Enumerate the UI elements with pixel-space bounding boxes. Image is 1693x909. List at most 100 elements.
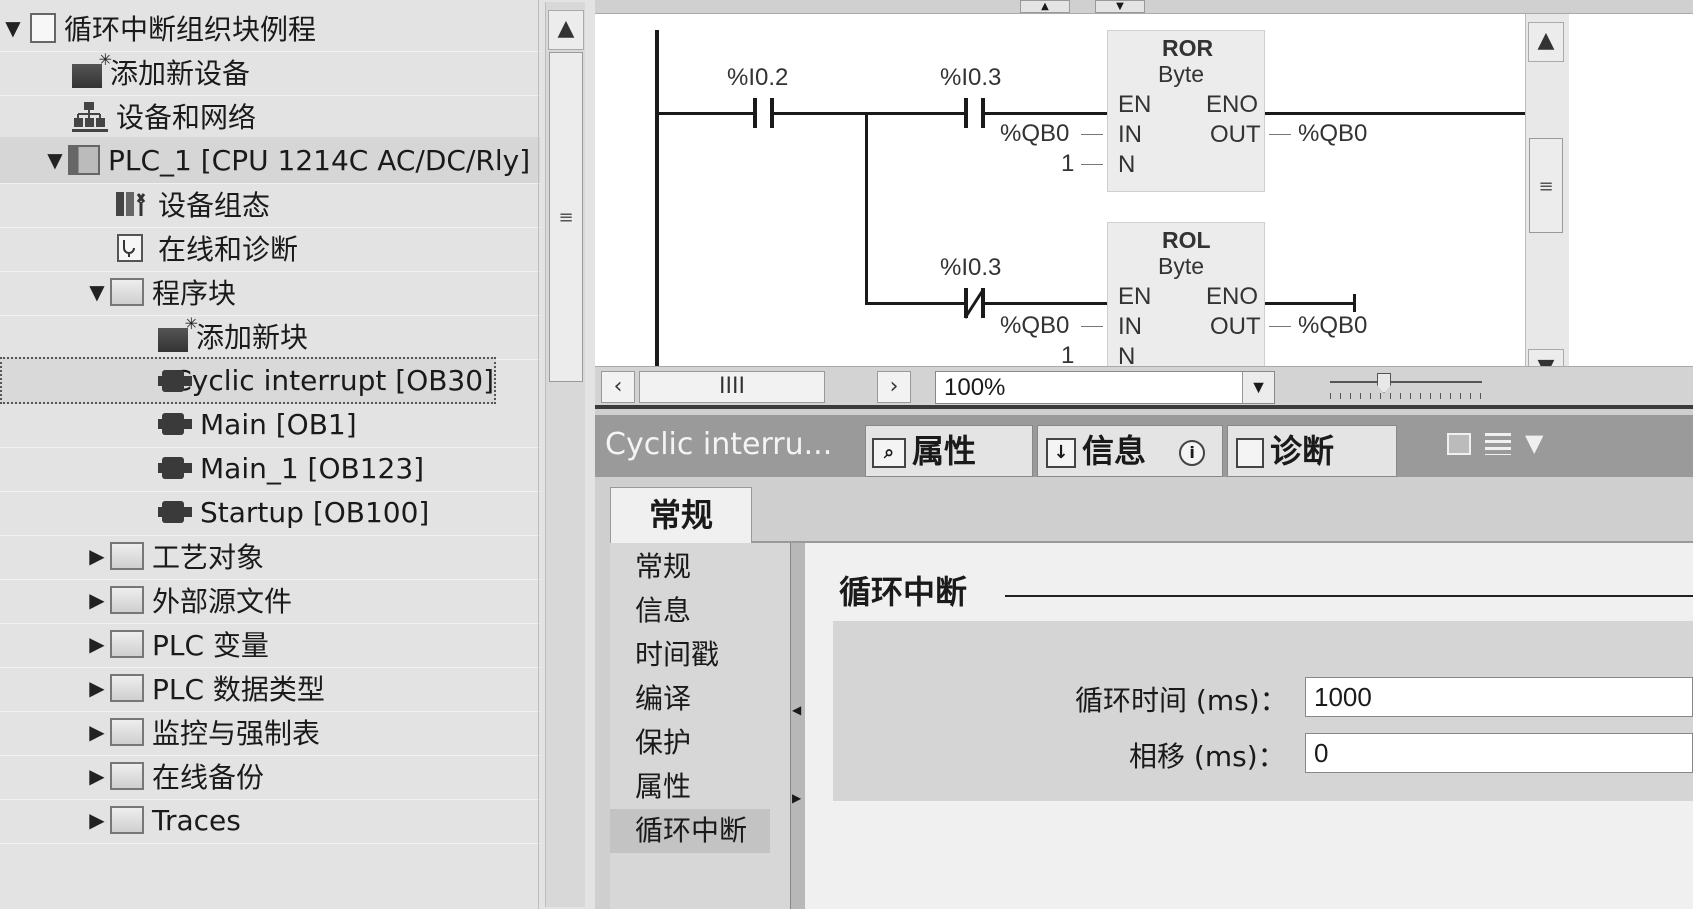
out-operand[interactable]: %QB0 [1298, 312, 1367, 340]
collapse-arrow-icon[interactable]: ▼ [42, 148, 68, 172]
hscroll-thumb[interactable]: IIII [639, 371, 825, 403]
wire [985, 302, 1107, 305]
pin-out: OUT [1210, 313, 1261, 340]
rol-block[interactable]: ROL Byte EN ENO IN OUT N [1107, 222, 1265, 382]
nav-item[interactable]: 属性 [610, 765, 790, 809]
nc-slash-icon [963, 289, 985, 319]
contact-no[interactable] [964, 98, 968, 128]
tree-item-block[interactable]: Main [OB1] [0, 401, 540, 448]
tree-item-folder[interactable]: ▶ 在线备份 [0, 753, 540, 800]
diagnostics-icon [114, 232, 150, 264]
tree-item-plc[interactable]: ▼ PLC_1 [CPU 1214C AC/DC/Rly] [0, 137, 540, 184]
power-rail [655, 30, 659, 366]
expand-arrow-icon[interactable]: ▶ [84, 676, 110, 700]
expand-arrow-icon[interactable]: ▶ [84, 808, 110, 832]
block-icon [158, 413, 192, 435]
expand-arrow-icon[interactable]: ▶ [84, 632, 110, 656]
tree-item-add-device[interactable]: 添加新设备 [0, 49, 540, 96]
wire [1269, 326, 1291, 327]
scroll-right-icon[interactable]: › [877, 371, 911, 403]
in-operand[interactable]: %QB0 [1000, 312, 1069, 340]
out-operand[interactable]: %QB0 [1298, 120, 1367, 148]
dropdown-arrow-icon[interactable]: ▼ [1242, 372, 1274, 403]
collapse-arrow-icon[interactable]: ▼ [0, 16, 26, 40]
layout-icon[interactable] [1485, 433, 1511, 455]
tree-item-folder[interactable]: ▶ PLC 变量 [0, 621, 540, 668]
contact-operand[interactable]: %I0.3 [940, 254, 1001, 282]
expand-arrow-icon[interactable]: ▶ [84, 720, 110, 744]
tree-item-project[interactable]: ▼ 循环中断组织块例程 [0, 5, 540, 52]
tab-properties[interactable]: ⌕ 属性 [865, 425, 1033, 477]
collapse-arrow-icon[interactable]: ▼ [84, 280, 110, 304]
nav-scrollbar[interactable]: ◀ ▶ [790, 543, 805, 909]
block-icon [158, 457, 192, 479]
collapse-panel-icon[interactable]: ▼ [1525, 429, 1543, 457]
nav-item[interactable]: 常规 [610, 545, 790, 589]
tree-item-program-blocks[interactable]: ▼ 程序块 [0, 269, 540, 316]
tree-item-block[interactable]: Cyclic interrupt [OB30] [0, 357, 496, 404]
tree-item-block[interactable]: Main_1 [OB123] [0, 445, 540, 492]
zoom-slider-track[interactable] [1330, 381, 1482, 383]
contact-operand[interactable]: %I0.2 [727, 64, 788, 92]
wire [985, 112, 1107, 115]
nav-item[interactable]: 信息 [610, 589, 790, 633]
scroll-up-icon[interactable]: ▲ [1528, 22, 1564, 62]
tree-scrollbar[interactable]: ▲ ≡ [545, 2, 585, 907]
expand-arrow-icon[interactable]: ▶ [84, 544, 110, 568]
tree-item-block[interactable]: Startup [OB100] [0, 489, 540, 536]
tree-item-devices-networks[interactable]: 设备和网络 [0, 93, 540, 140]
scroll-left-icon[interactable]: ‹ [601, 371, 635, 403]
scroll-right-icon[interactable]: ▶ [792, 791, 801, 805]
nav-item[interactable]: 保护 [610, 721, 790, 765]
pin-in: IN [1118, 313, 1142, 340]
restore-window-icon[interactable] [1447, 433, 1471, 455]
ror-block[interactable]: ROR Byte EN ENO IN OUT N [1107, 30, 1265, 192]
zoom-slider-thumb[interactable] [1377, 373, 1391, 393]
tree-item-add-block[interactable]: 添加新块 [0, 313, 540, 360]
nav-item[interactable]: 编译 [610, 677, 790, 721]
scroll-thumb[interactable]: ≡ [1529, 138, 1563, 233]
pin-en: EN [1118, 283, 1152, 310]
collapse-down-icon[interactable]: ▼ [1095, 0, 1145, 13]
tree-item-folder[interactable]: ▶ 工艺对象 [0, 533, 540, 580]
wire [1265, 112, 1525, 115]
cycle-time-input[interactable]: 1000 [1305, 677, 1693, 717]
heading-rule [1005, 595, 1693, 597]
block-title: ROR [1162, 35, 1214, 61]
scroll-thumb[interactable]: ≡ [549, 52, 583, 382]
nav-item-active[interactable]: 循环中断 [610, 809, 770, 853]
tree-item-folder[interactable]: ▶ 外部源文件 [0, 577, 540, 624]
properties-nav: 常规 信息 时间戳 编译 保护 属性 循环中断 ◀ ▶ [610, 543, 805, 909]
info-icon: i [1179, 440, 1206, 466]
device-config-icon [114, 188, 150, 220]
wire-end [1353, 294, 1356, 312]
tree-item-folder[interactable]: ▶ Traces [0, 797, 540, 844]
wire [1081, 164, 1103, 165]
nav-item[interactable]: 时间戳 [610, 633, 790, 677]
tree-item-folder[interactable]: ▶ PLC 数据类型 [0, 665, 540, 712]
phase-shift-input[interactable]: 0 [1305, 733, 1693, 773]
pin-eno: ENO [1206, 91, 1259, 118]
collapse-up-icon[interactable]: ▲ [1020, 0, 1070, 13]
tab-diagnostics[interactable]: 诊断 [1227, 425, 1397, 477]
network-icon [72, 100, 108, 132]
tree-item-device-config[interactable]: 设备组态 [0, 181, 540, 228]
editor-vscrollbar[interactable]: ▲ ≡ ▼ [1525, 14, 1569, 389]
n-operand[interactable]: 1 [1061, 150, 1074, 178]
tree-item-folder[interactable]: ▶ 监控与强制表 [0, 709, 540, 756]
expand-arrow-icon[interactable]: ▶ [84, 764, 110, 788]
in-operand[interactable]: %QB0 [1000, 120, 1069, 148]
pin-in: IN [1118, 121, 1142, 148]
tab-general[interactable]: 常规 [610, 487, 752, 543]
contact-no[interactable] [753, 98, 757, 128]
plc-data-types-icon [110, 674, 144, 702]
inspector-header: Cyclic interru... ⌕ 属性 ↓ 信息 i 诊断 ▼ [595, 415, 1693, 477]
tree-item-online-diag[interactable]: 在线和诊断 [0, 225, 540, 272]
scroll-up-icon[interactable]: ▲ [548, 10, 584, 50]
settings-group: 循环时间 (ms)： 1000 相移 (ms)： 0 [833, 621, 1693, 801]
zoom-select[interactable]: 100% ▼ [935, 371, 1275, 404]
tab-info[interactable]: ↓ 信息 i [1037, 425, 1223, 477]
expand-arrow-icon[interactable]: ▶ [84, 588, 110, 612]
contact-operand[interactable]: %I0.3 [940, 64, 1001, 92]
scroll-left-icon[interactable]: ◀ [792, 703, 801, 717]
